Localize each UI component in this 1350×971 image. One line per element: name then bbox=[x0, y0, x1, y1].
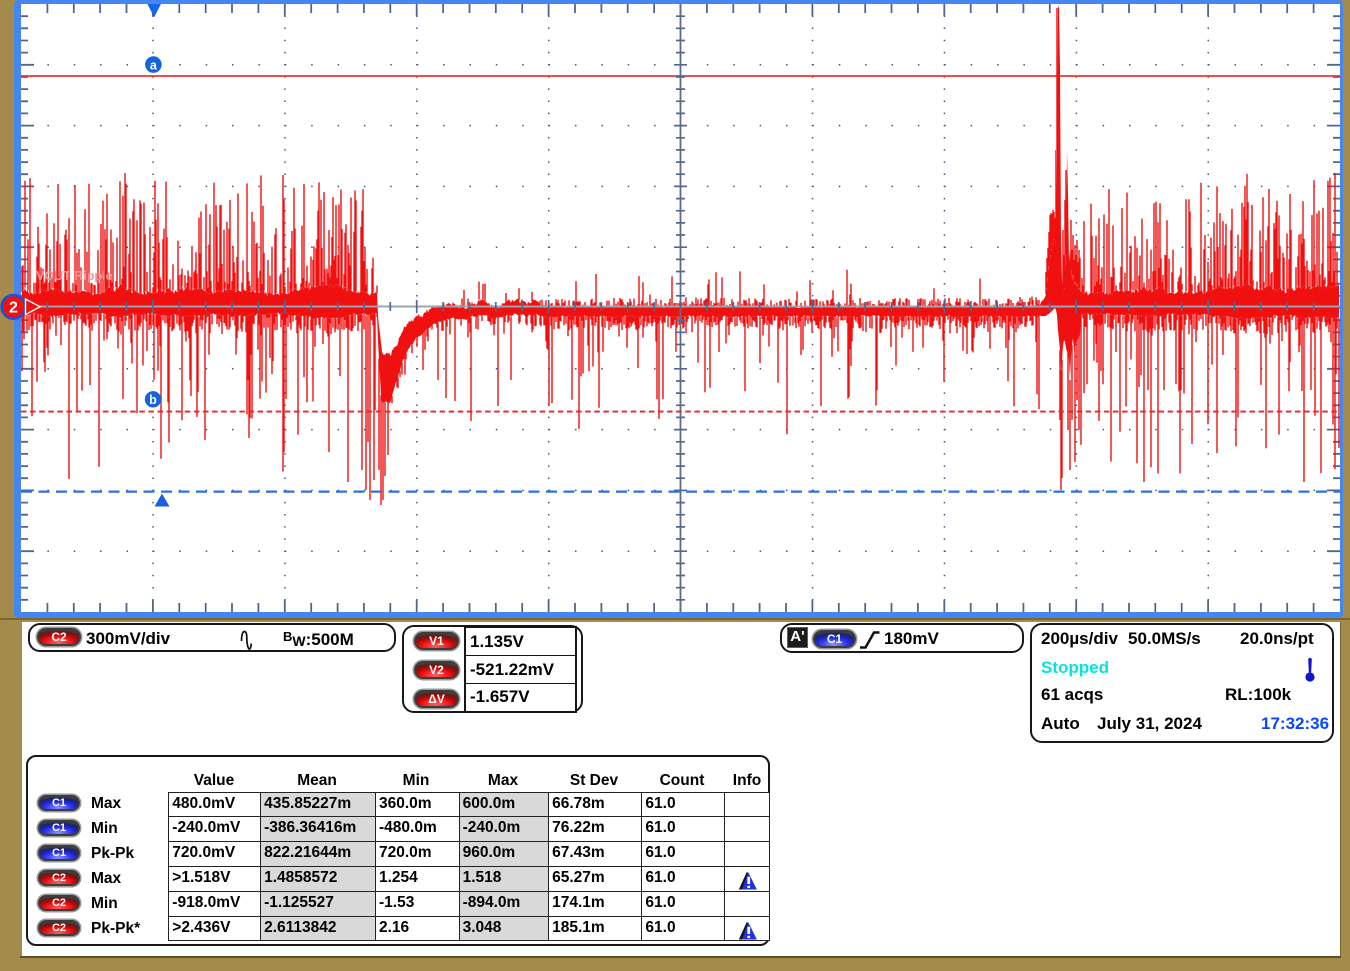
svg-text:2: 2 bbox=[9, 300, 18, 317]
svg-text:VOUT Ripple: VOUT Ripple bbox=[36, 269, 112, 283]
svg-text:a: a bbox=[150, 58, 158, 72]
svg-text:b: b bbox=[149, 393, 157, 407]
